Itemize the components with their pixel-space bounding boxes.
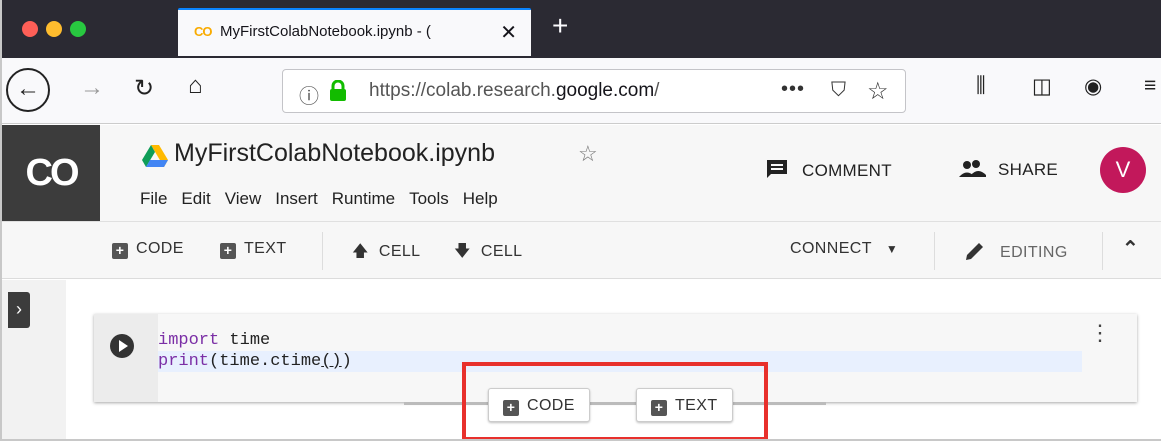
cell-gutter bbox=[94, 314, 158, 402]
tab-bar: CO MyFirstColabNotebook.ipynb - ( ✕ + bbox=[2, 0, 1161, 58]
chevron-right-icon[interactable]: › bbox=[8, 292, 30, 328]
page-actions-icon[interactable]: ••• bbox=[781, 78, 805, 101]
run-cell-icon[interactable] bbox=[110, 334, 134, 358]
colab-logo[interactable]: CO bbox=[2, 125, 100, 221]
add-code-button[interactable]: + CODE bbox=[112, 240, 184, 259]
code-text: (time.ctime bbox=[209, 352, 322, 371]
editing-label: EDITING bbox=[1000, 244, 1068, 261]
google-drive-icon bbox=[142, 145, 168, 167]
plus-icon: + bbox=[112, 243, 128, 259]
colab-header: CO MyFirstColabNotebook.ipynb ☆ File Edi… bbox=[2, 125, 1161, 221]
highlight-box bbox=[462, 362, 768, 439]
bookmark-star-icon[interactable]: ☆ bbox=[867, 77, 889, 106]
divider bbox=[934, 232, 935, 270]
cell-up-label: CELL bbox=[378, 243, 421, 260]
code-text: time bbox=[219, 331, 271, 350]
plus-icon: + bbox=[220, 243, 236, 259]
add-text-button[interactable]: + TEXT bbox=[220, 240, 287, 259]
menu-view[interactable]: View bbox=[225, 189, 262, 209]
people-icon bbox=[959, 160, 986, 177]
editing-button[interactable]: EDITING bbox=[964, 240, 1068, 262]
colab-favicon-icon: CO bbox=[194, 24, 212, 39]
share-label: SHARE bbox=[998, 160, 1059, 179]
add-text-label: TEXT bbox=[244, 240, 287, 257]
menu-file[interactable]: File bbox=[140, 189, 167, 209]
collapse-header-icon[interactable]: ⌃ bbox=[1122, 236, 1139, 261]
reload-icon[interactable]: ↻ bbox=[134, 74, 154, 103]
library-icon[interactable]: ⫼ bbox=[976, 74, 986, 98]
lock-icon[interactable] bbox=[327, 80, 349, 102]
notebook-toolbar: + CODE + TEXT 🡅 CELL 🡇 CELL CONNECT ▼ EDITING… bbox=[2, 221, 1161, 279]
notebook-title[interactable]: MyFirstColabNotebook.ipynb bbox=[174, 139, 495, 168]
more-vert-icon[interactable]: ⋮ bbox=[1089, 322, 1111, 344]
comment-button[interactable]: COMMENT bbox=[766, 159, 892, 181]
browser-tab[interactable]: CO MyFirstColabNotebook.ipynb - ( ✕ bbox=[178, 8, 531, 56]
home-icon[interactable]: ⌂ bbox=[188, 72, 203, 100]
cell-down-label: CELL bbox=[480, 243, 523, 260]
url-suffix: / bbox=[654, 80, 660, 101]
sidebar-icon[interactable]: ◫ bbox=[1032, 74, 1052, 99]
close-tab-icon[interactable]: ✕ bbox=[500, 20, 517, 45]
code-line-1: import time bbox=[158, 330, 1082, 351]
connect-button[interactable]: CONNECT ▼ bbox=[790, 240, 898, 258]
close-window-button[interactable] bbox=[22, 21, 38, 37]
menu-help[interactable]: Help bbox=[463, 189, 498, 209]
info-icon[interactable]: ⓘ bbox=[299, 80, 319, 109]
browser-window: CO MyFirstColabNotebook.ipynb - ( ✕ + ← … bbox=[0, 0, 1161, 441]
divider bbox=[1102, 232, 1103, 270]
new-tab-button[interactable]: + bbox=[552, 10, 568, 42]
share-button[interactable]: SHARE bbox=[958, 159, 1058, 180]
comment-label: COMMENT bbox=[802, 161, 892, 180]
code-function: print bbox=[158, 352, 210, 371]
add-code-label: CODE bbox=[136, 240, 184, 257]
pencil-icon bbox=[966, 243, 983, 260]
back-icon[interactable]: ← bbox=[6, 68, 50, 112]
url-domain: google.com bbox=[555, 80, 655, 101]
menu-tools[interactable]: Tools bbox=[409, 189, 449, 209]
menu-insert[interactable]: Insert bbox=[275, 189, 318, 209]
move-cell-up-button[interactable]: 🡅 CELL bbox=[352, 240, 420, 267]
connect-label: CONNECT bbox=[790, 240, 872, 257]
account-icon[interactable]: ◉ bbox=[1084, 74, 1102, 99]
url-text[interactable]: https://colab.research.google.com/ bbox=[369, 80, 739, 102]
code-parens: () bbox=[321, 352, 342, 371]
pocket-icon[interactable]: ⛉ bbox=[831, 79, 846, 102]
divider bbox=[322, 232, 323, 270]
arrow-up-icon: 🡅 bbox=[352, 243, 369, 260]
tab-title: MyFirstColabNotebook.ipynb - ( bbox=[220, 23, 431, 40]
forward-icon[interactable]: → bbox=[80, 74, 104, 102]
code-keyword: import bbox=[158, 331, 220, 350]
menu-bar: File Edit View Insert Runtime Tools Help bbox=[140, 189, 512, 209]
menu-runtime[interactable]: Runtime bbox=[332, 189, 395, 209]
code-text: ) bbox=[341, 352, 352, 371]
navigation-bar: ← → ↻ ⌂ ⓘ https://colab.research.google.… bbox=[2, 58, 1161, 124]
move-cell-down-button[interactable]: 🡇 CELL bbox=[454, 240, 522, 267]
url-prefix: https://colab.research. bbox=[369, 80, 556, 101]
star-icon[interactable]: ☆ bbox=[578, 141, 598, 167]
dropdown-arrow-icon: ▼ bbox=[885, 242, 899, 256]
arrow-down-icon: 🡇 bbox=[454, 243, 471, 260]
menu-icon[interactable]: ≡ bbox=[1144, 74, 1156, 98]
menu-edit[interactable]: Edit bbox=[181, 189, 210, 209]
minimize-window-button[interactable] bbox=[46, 21, 62, 37]
comment-icon bbox=[767, 160, 787, 178]
address-bar[interactable]: ⓘ https://colab.research.google.com/ •••… bbox=[282, 69, 906, 113]
maximize-window-button[interactable] bbox=[70, 21, 86, 37]
avatar[interactable]: V bbox=[1100, 147, 1146, 193]
